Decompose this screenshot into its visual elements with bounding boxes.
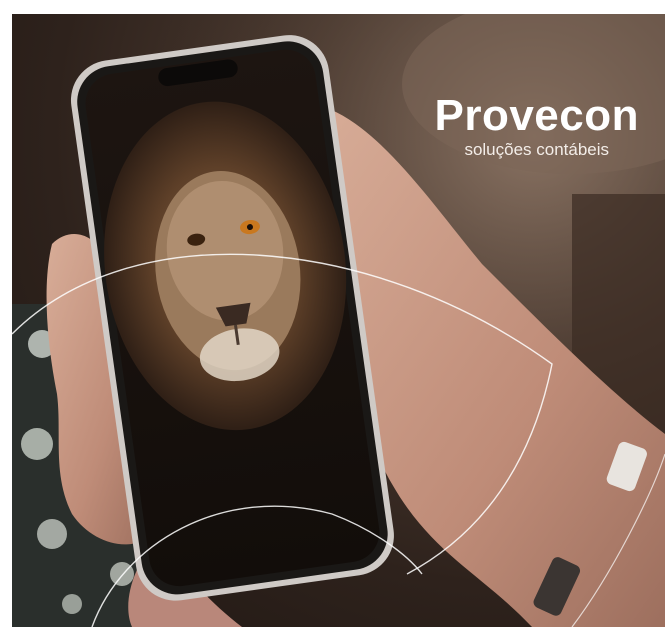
ad-image-frame: Provecon soluções contábeis — [0, 0, 665, 627]
photo-background: Provecon soluções contábeis — [12, 14, 665, 627]
brand-logo: Provecon soluções contábeis — [434, 94, 639, 160]
brand-name: Provecon — [434, 91, 639, 140]
brand-tagline: soluções contábeis — [464, 140, 610, 159]
